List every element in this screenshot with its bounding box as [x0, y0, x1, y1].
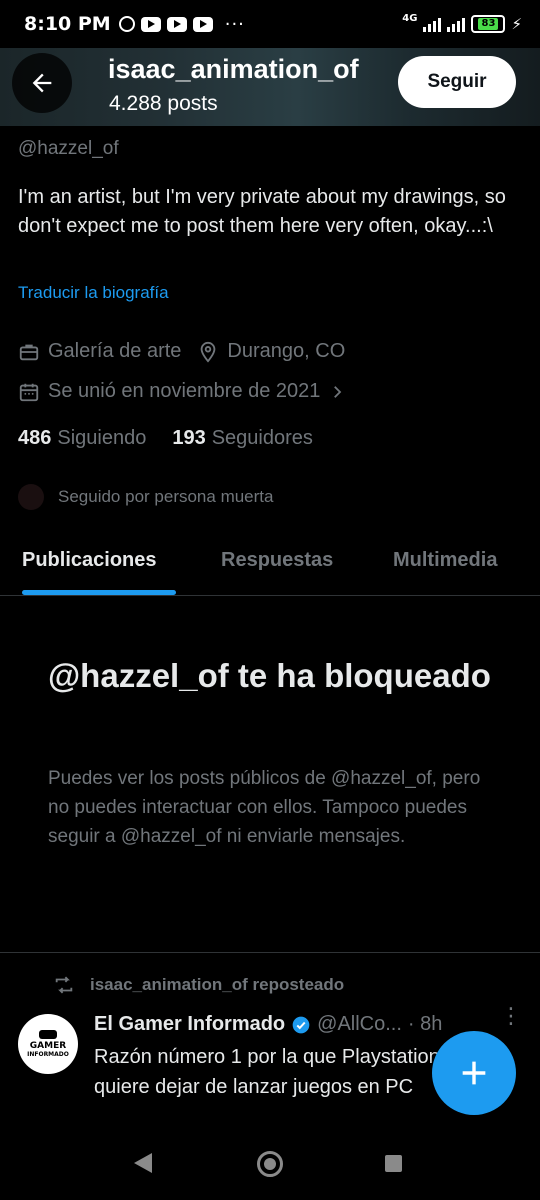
header-title: isaac_animation_of	[108, 54, 359, 84]
calendar-icon	[19, 383, 39, 401]
following-link[interactable]: 486 Siguiendo	[18, 427, 146, 450]
blocked-description: Puedes ver los posts públicos de @hazzel…	[48, 768, 481, 847]
profile-meta-row: Galería de arte Durango, CO	[18, 340, 345, 363]
followed-by-text: Seguido por persona muerta	[58, 487, 274, 506]
charging-icon: ⚡	[511, 15, 522, 33]
profile-bio: I'm an artist, but I'm very private abou…	[18, 186, 506, 237]
profile-header: isaac_animation_of 4.288 posts Seguir	[0, 48, 540, 126]
profile-tabs: Publicaciones Respuestas Multimedia	[0, 535, 540, 596]
active-tab-indicator	[22, 590, 176, 595]
tweet-time: · 8h	[407, 1013, 443, 1035]
profile-handle: @hazzel_of	[18, 138, 119, 159]
tweet-line-2: quiere dejar de lanzar juegos en PC	[94, 1076, 414, 1098]
tab-respuestas[interactable]: Respuestas	[221, 549, 333, 572]
compose-button[interactable]	[432, 1031, 516, 1115]
battery-icon: 83	[471, 15, 506, 33]
briefcase-icon	[19, 344, 39, 360]
chevron-right-icon	[334, 385, 342, 398]
signal-icon	[423, 17, 442, 32]
location-pin-icon	[201, 341, 216, 363]
tweet-text[interactable]: Razón número 1 por la que Playstation qu…	[94, 1042, 454, 1102]
blocked-title: @hazzel_of te ha bloqueado	[48, 657, 491, 694]
tweet-line-1: Razón número 1 por la que Playstation	[94, 1046, 440, 1068]
youtube-icon	[192, 16, 213, 32]
verified-badge-icon	[292, 1016, 310, 1033]
follow-button[interactable]: Seguir	[398, 56, 516, 108]
following-count: 486	[18, 427, 52, 449]
back-arrow-icon	[32, 73, 52, 93]
nav-home-button[interactable]	[257, 1151, 283, 1177]
profile-category: Galería de arte	[48, 340, 182, 362]
profile-location: Durango, CO	[227, 340, 346, 362]
followers-count: 193	[172, 427, 206, 449]
profile-joined: Se unió en noviembre de 2021	[48, 380, 321, 402]
follow-counts: 486 Siguiendo 193 Seguidores	[18, 427, 313, 450]
followed-by-row[interactable]: Seguido por persona muerta	[18, 484, 273, 510]
youtube-icon	[140, 16, 161, 32]
nav-back-button[interactable]	[134, 1153, 152, 1173]
more-notifications-icon: ···	[224, 13, 245, 35]
repost-icon	[55, 976, 73, 994]
divider	[0, 952, 540, 953]
repost-indicator[interactable]: isaac_animation_of reposteado	[52, 974, 344, 996]
nav-recents-button[interactable]	[385, 1155, 402, 1172]
avatar-logo-text-bottom: INFORMADO	[27, 1051, 69, 1058]
system-nav-bar	[0, 1130, 540, 1200]
following-label: Siguiendo	[57, 427, 147, 449]
network-type: 4G	[402, 12, 418, 24]
tweet-header: El Gamer Informado @AllCo... · 8h	[94, 1013, 442, 1036]
post-count: 4.288 posts	[109, 92, 218, 115]
more-icon[interactable]: ⋮	[500, 1006, 522, 1028]
tab-multimedia[interactable]: Multimedia	[393, 549, 497, 572]
battery-level: 83	[478, 18, 499, 30]
status-time: 8:10 PM	[24, 13, 111, 35]
repost-label: isaac_animation_of reposteado	[90, 975, 345, 994]
tweet-author-avatar[interactable]: GAMER INFORMADO	[18, 1014, 78, 1074]
translate-bio-link[interactable]: Traducir la biografía	[18, 283, 169, 303]
alarm-icon	[118, 16, 135, 32]
profile-joined-row[interactable]: Se unió en noviembre de 2021	[18, 380, 354, 403]
avatar-logo-text-top: GAMER	[29, 1041, 67, 1051]
tweet-author-handle: @AllCo...	[317, 1013, 402, 1035]
followers-label: Seguidores	[211, 427, 313, 449]
gamepad-icon	[39, 1030, 57, 1039]
notification-icons: ···	[118, 13, 245, 35]
youtube-icon	[166, 16, 187, 32]
signal-icon	[447, 17, 466, 32]
plus-icon	[462, 1061, 486, 1085]
tab-publicaciones[interactable]: Publicaciones	[22, 549, 157, 572]
follower-avatar	[18, 484, 44, 510]
status-bar: 8:10 PM ··· 4G 83 ⚡	[0, 0, 540, 48]
followers-link[interactable]: 193 Seguidores	[172, 427, 313, 450]
system-icons: 4G 83 ⚡	[402, 12, 522, 33]
back-button[interactable]	[12, 53, 72, 113]
tweet-author-name[interactable]: El Gamer Informado	[94, 1013, 285, 1036]
